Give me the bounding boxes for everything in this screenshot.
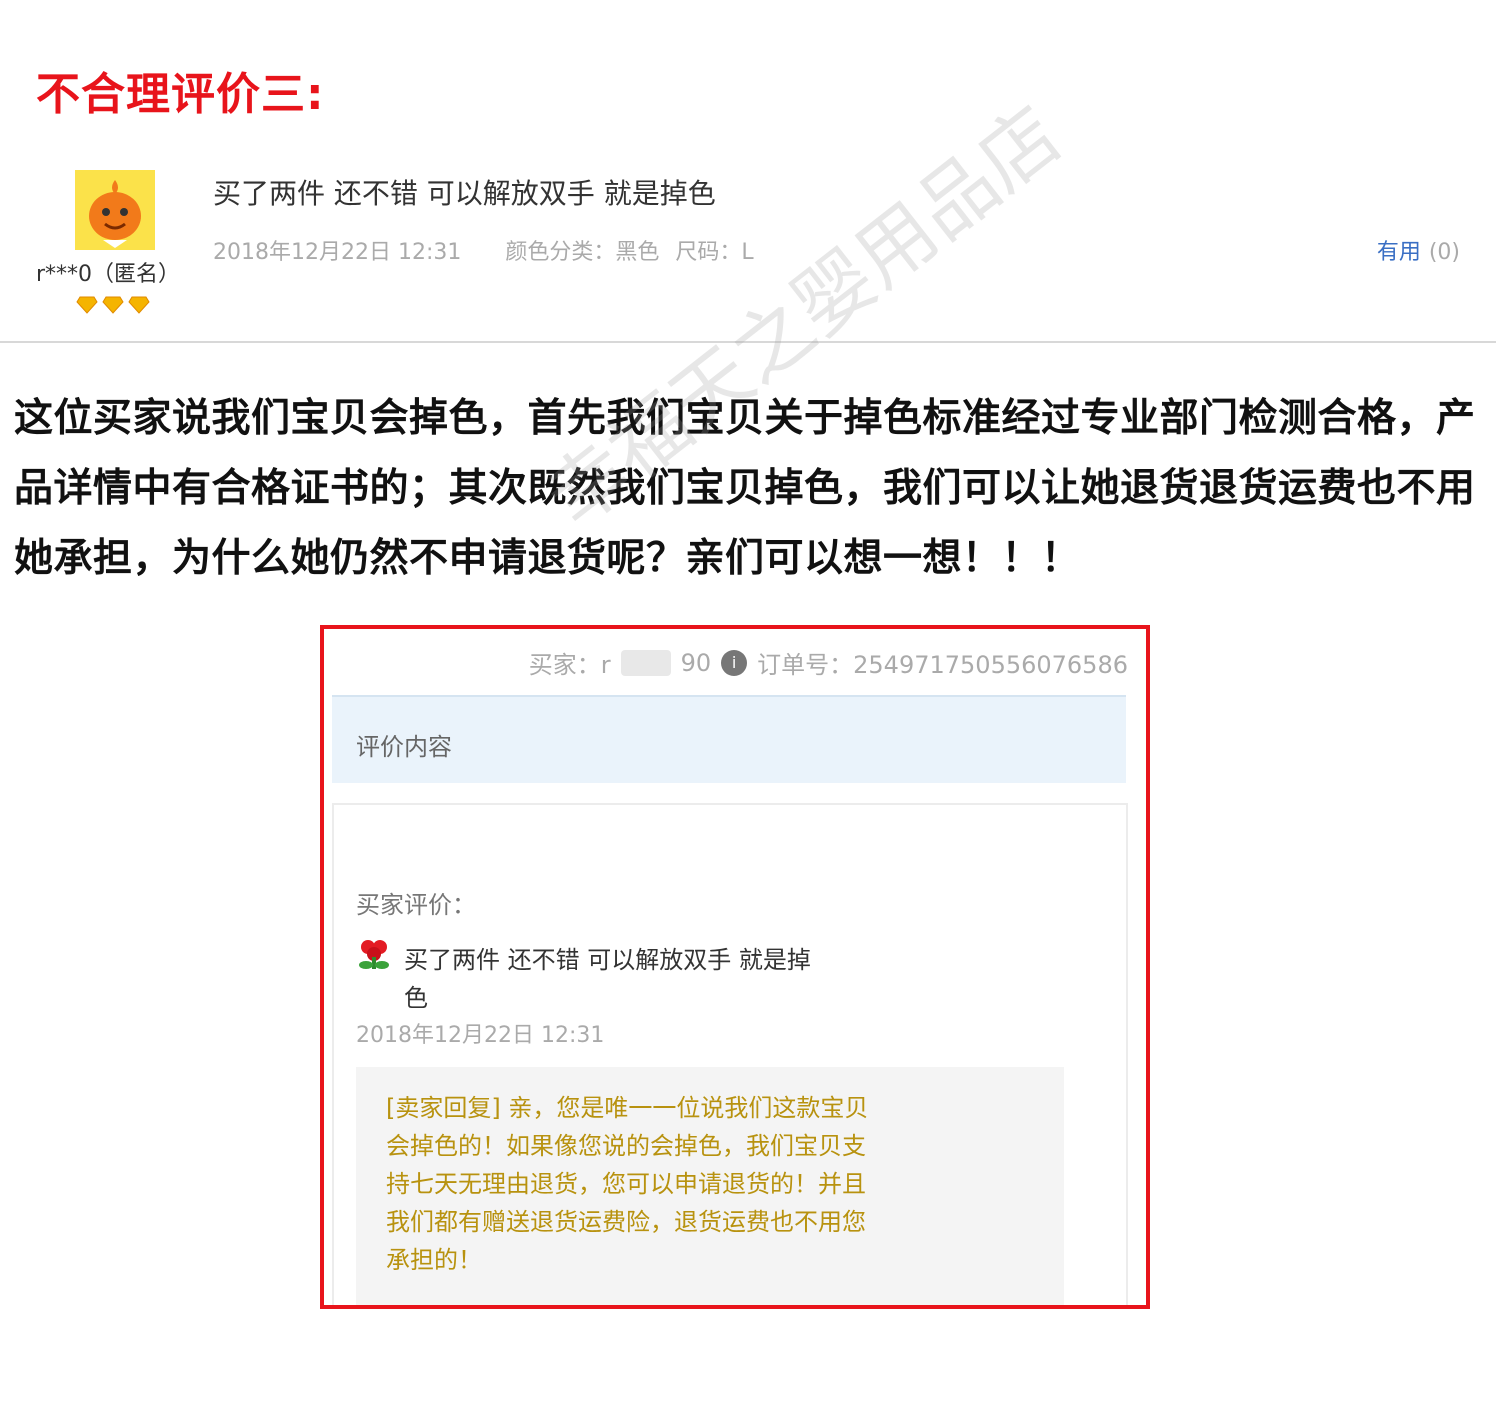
sku-color: 颜色分类：黑色 [505,240,660,265]
useful-button[interactable]: 有用 (0) [1377,234,1460,266]
avatar[interactable] [75,170,155,250]
buyer-comment-date: 2018年12月22日 12:31 [356,1023,605,1048]
buyer-eval-label: 买家评价： [356,891,476,919]
useful-label: 有用 [1376,240,1421,265]
buyer-name-suffix: 90 [680,648,712,677]
buyer-comment: 买了两件 还不错 可以解放双手 就是掉色 [404,946,811,1012]
panel-header: 评价内容 [332,695,1126,783]
useful-count: (0) [1428,240,1460,265]
buyer-name-prefix: 买家：r [528,651,611,679]
seller-reply: [卖家回复] 亲，您是唯一一位说我们这款宝贝会掉色的！如果像您说的会掉色，我们宝… [386,1094,869,1274]
diamond-icon [102,296,124,314]
page-heading: 不合理评价三: [36,69,325,120]
divider [0,341,1496,343]
diamond-icon [76,296,98,314]
reviewer-name[interactable]: r***0（匿名） [36,256,180,288]
review-date: 2018年12月22日 12:31 [213,240,462,265]
review-sku: 颜色分类：黑色 尺码：L [505,234,753,266]
info-icon[interactable]: i [721,649,748,676]
flower-icon [359,940,389,969]
mascot-avatar-icon [89,180,141,248]
review-meta: 2018年12月22日 12:31 颜色分类：黑色 尺码：L [213,234,754,266]
panel-body: 买家评价： 买了两件 还不错 可以解放双手 就是掉色 2018年12月22日 1… [332,803,1128,1305]
order-number: 订单号：254971750556076586 [757,651,1128,679]
seller-reply-box: [卖家回复] 亲，您是唯一一位说我们这款宝贝会掉色的！如果像您说的会掉色，我们宝… [356,1067,1064,1305]
diamond-icon [128,296,150,314]
explanation-text: 这位买家说我们宝贝会掉色，首先我们宝贝关于掉色标准经过专业部门检测合格，产品详情… [14,396,1476,581]
buyer-order-line: 买家：r 90 i 订单号：254971750556076586 [529,645,1128,680]
review-screenshot: 买家：r 90 i 订单号：254971750556076586 评价内容 买家… [320,625,1150,1309]
review-text: 买了两件 还不错 可以解放双手 就是掉色 [213,177,716,210]
panel-title: 评价内容 [356,733,452,761]
blurred-name [620,649,671,676]
reviewer-rank [76,296,150,314]
sku-size: 尺码：L [675,240,754,265]
